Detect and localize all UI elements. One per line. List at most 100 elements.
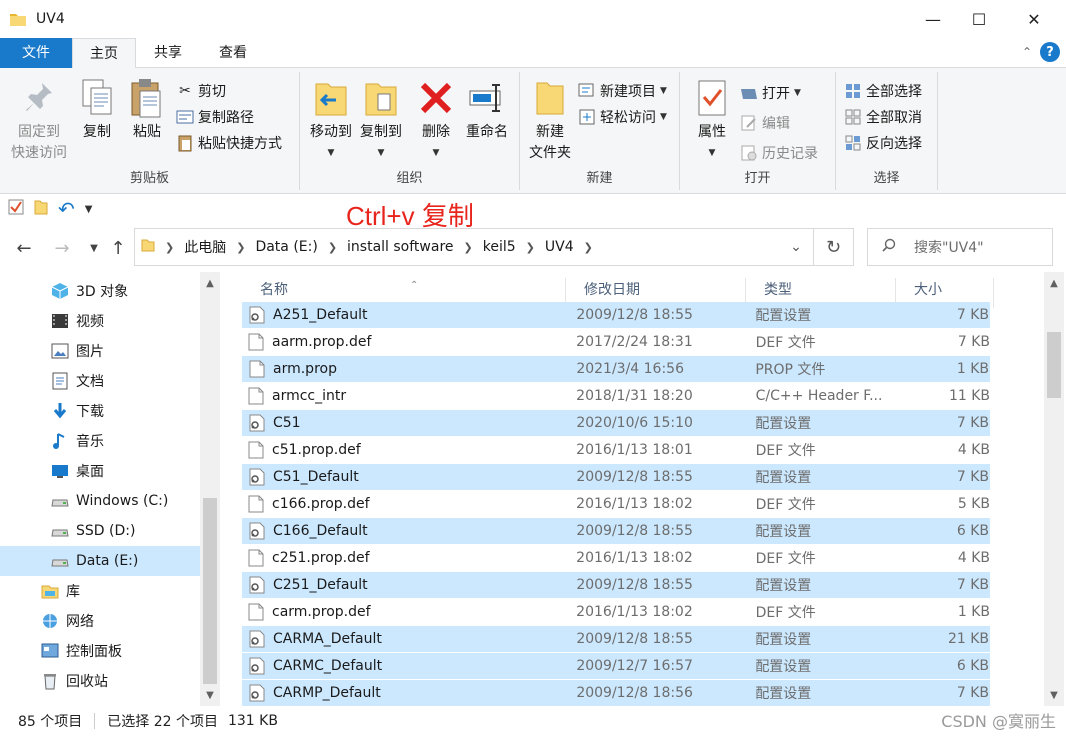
table-row[interactable]: c166.prop.def 2016/1/13 18:02 DEF 文件 5 KB bbox=[242, 491, 990, 517]
up-arrow-icon[interactable]: ↑ bbox=[106, 236, 130, 260]
select-all-button[interactable]: 全部选择 bbox=[844, 80, 922, 102]
nav-item[interactable]: 音乐 bbox=[0, 426, 200, 456]
table-row[interactable]: C251_Default 2009/12/8 18:55 配置设置 7 KB bbox=[242, 572, 990, 598]
table-row[interactable]: CARMA_Default 2009/12/8 18:55 配置设置 21 KB bbox=[242, 626, 990, 652]
table-row[interactable]: c51.prop.def 2016/1/13 18:01 DEF 文件 4 KB bbox=[242, 437, 990, 463]
nav-item[interactable]: Windows (C:) bbox=[0, 486, 200, 516]
nav-scrollbar[interactable]: ▲ ▼ bbox=[200, 272, 220, 706]
nav-item-label: 文档 bbox=[76, 374, 104, 390]
table-row[interactable]: arm.prop 2021/3/4 16:56 PROP 文件 1 KB bbox=[242, 356, 990, 382]
table-row[interactable]: CARMP_Default 2009/12/8 18:56 配置设置 7 KB bbox=[242, 680, 990, 706]
select-none-button[interactable]: 全部取消 bbox=[844, 106, 922, 128]
status-bar: 85 个项目 已选择 22 个项目 131 KB bbox=[0, 706, 1066, 736]
scroll-up-icon[interactable]: ▲ bbox=[200, 274, 220, 292]
rename-button[interactable]: 重命名 bbox=[462, 76, 512, 143]
table-row[interactable]: CARMC_Default 2009/12/7 16:57 配置设置 6 KB bbox=[242, 653, 990, 679]
breadcrumb-item[interactable]: install software bbox=[347, 239, 453, 255]
help-icon[interactable]: ? bbox=[1040, 42, 1060, 62]
breadcrumb-item[interactable]: keil5 bbox=[483, 239, 516, 255]
copy-button[interactable]: 复制 bbox=[76, 76, 118, 143]
nav-item[interactable]: 下载 bbox=[0, 396, 200, 426]
file-date: 2016/1/13 18:01 bbox=[576, 442, 693, 458]
nav-item-label: Data (E:) bbox=[76, 553, 139, 569]
history-button[interactable]: 历史记录 bbox=[740, 142, 818, 164]
new-item-icon bbox=[578, 82, 596, 100]
undo-icon[interactable]: ↶ bbox=[58, 199, 75, 219]
minimize-button[interactable]: — bbox=[910, 0, 956, 38]
breadcrumb-item[interactable]: 此电脑 bbox=[184, 237, 226, 257]
nav-item[interactable]: 文档 bbox=[0, 366, 200, 396]
customize-toolbar-icon[interactable]: ▼ bbox=[85, 204, 93, 215]
properties-button[interactable]: 属性 ▼ bbox=[690, 76, 734, 164]
breadcrumb: ❯ 此电脑 ❯ Data (E:) ❯ install software ❯ k… bbox=[165, 237, 593, 257]
nav-item[interactable]: 图片 bbox=[0, 336, 200, 366]
collapse-ribbon-icon[interactable]: ⌃ bbox=[1022, 45, 1032, 59]
scroll-down-icon[interactable]: ▼ bbox=[200, 686, 220, 704]
config-file-icon bbox=[249, 414, 265, 432]
breadcrumb-item[interactable]: Data (E:) bbox=[255, 239, 317, 255]
copy-to-button[interactable]: 复制到 ▼ bbox=[356, 76, 406, 164]
tab-share[interactable]: 共享 bbox=[136, 38, 200, 68]
forward-arrow-icon[interactable]: → bbox=[50, 236, 74, 260]
pin-quick-access-button[interactable]: 固定到 快速访问 bbox=[8, 76, 70, 164]
drive-icon bbox=[50, 521, 70, 541]
table-row[interactable]: c251.prop.def 2016/1/13 18:02 DEF 文件 4 KB bbox=[242, 545, 990, 571]
delete-button[interactable]: 删除 ▼ bbox=[414, 76, 458, 164]
nav-item[interactable]: 网络 bbox=[0, 606, 200, 636]
scroll-down-icon[interactable]: ▼ bbox=[1044, 686, 1064, 704]
table-row[interactable]: carm.prop.def 2016/1/13 18:02 DEF 文件 1 KB bbox=[242, 599, 990, 625]
close-button[interactable]: ✕ bbox=[1002, 0, 1066, 38]
watermark: CSDN @寞丽生 bbox=[941, 712, 1056, 731]
item-count: 85 个项目 bbox=[18, 714, 83, 730]
nav-item[interactable]: 桌面 bbox=[0, 456, 200, 486]
search-input[interactable]: 搜索"UV4" bbox=[867, 228, 1053, 266]
properties-check-icon[interactable] bbox=[8, 199, 24, 219]
new-item-button[interactable]: 新建项目 ▼ bbox=[578, 80, 667, 102]
nav-item[interactable]: 回收站 bbox=[0, 666, 200, 696]
paste-button[interactable]: 粘贴 bbox=[124, 76, 170, 143]
copy-path-button[interactable]: 复制路径 bbox=[176, 106, 254, 128]
tab-view[interactable]: 查看 bbox=[200, 38, 266, 68]
file-scroll-thumb[interactable] bbox=[1047, 332, 1061, 398]
table-row[interactable]: C51 2020/10/6 15:10 配置设置 7 KB bbox=[242, 410, 990, 436]
table-row[interactable]: A251_Default 2009/12/8 18:55 配置设置 7 KB bbox=[242, 302, 990, 328]
file-size: 6 KB bbox=[956, 658, 990, 674]
nav-item[interactable]: SSD (D:) bbox=[0, 516, 200, 546]
nav-item[interactable]: 视频 bbox=[0, 306, 200, 336]
table-row[interactable]: C51_Default 2009/12/8 18:55 配置设置 7 KB bbox=[242, 464, 990, 490]
cut-button[interactable]: ✂ 剪切 bbox=[176, 80, 226, 102]
address-bar[interactable]: ❯ 此电脑 ❯ Data (E:) ❯ install software ❯ k… bbox=[134, 228, 814, 266]
edit-button[interactable]: 编辑 bbox=[740, 112, 790, 134]
recent-locations-icon[interactable]: ▼ bbox=[82, 236, 106, 260]
move-to-button[interactable]: 移动到 ▼ bbox=[306, 76, 356, 164]
open-button[interactable]: 打开 ▼ bbox=[740, 82, 801, 104]
table-row[interactable]: aarm.prop.def 2017/2/24 18:31 DEF 文件 7 KB bbox=[242, 329, 990, 355]
invert-selection-button[interactable]: 反向选择 bbox=[844, 132, 922, 154]
nav-item[interactable]: 库 bbox=[0, 576, 200, 606]
config-file-icon bbox=[249, 657, 265, 675]
nav-item[interactable]: Data (E:) bbox=[0, 546, 200, 576]
file-date: 2009/12/8 18:55 bbox=[576, 631, 693, 647]
nav-scroll-thumb[interactable] bbox=[203, 498, 217, 684]
file-icon bbox=[248, 333, 264, 351]
file-list-scrollbar[interactable]: ▲ ▼ bbox=[1044, 272, 1064, 706]
file-date: 2009/12/8 18:55 bbox=[576, 577, 693, 593]
new-folder-icon[interactable] bbox=[34, 199, 48, 219]
easy-access-button[interactable]: 轻松访问 ▼ bbox=[578, 106, 667, 128]
new-folder-button[interactable]: 新建 文件夹 bbox=[524, 76, 576, 164]
table-row[interactable]: C166_Default 2009/12/8 18:55 配置设置 6 KB bbox=[242, 518, 990, 544]
file-name: aarm.prop.def bbox=[272, 334, 372, 350]
address-dropdown-icon[interactable]: ⌄ bbox=[779, 229, 813, 265]
paste-shortcut-button[interactable]: 粘贴快捷方式 bbox=[176, 132, 282, 154]
maximize-button[interactable]: ☐ bbox=[956, 0, 1002, 38]
back-arrow-icon[interactable]: ← bbox=[12, 236, 36, 260]
drive-icon bbox=[50, 491, 70, 511]
tab-home[interactable]: 主页 bbox=[72, 38, 136, 69]
tab-file[interactable]: 文件 bbox=[0, 38, 72, 68]
scroll-up-icon[interactable]: ▲ bbox=[1044, 274, 1064, 292]
breadcrumb-item[interactable]: UV4 bbox=[545, 239, 574, 255]
nav-item[interactable]: 3D 对象 bbox=[0, 276, 200, 306]
nav-item[interactable]: 控制面板 bbox=[0, 636, 200, 666]
refresh-icon[interactable]: ↻ bbox=[814, 228, 854, 266]
table-row[interactable]: armcc_intr 2018/1/31 18:20 C/C++ Header F.… bbox=[242, 383, 990, 409]
